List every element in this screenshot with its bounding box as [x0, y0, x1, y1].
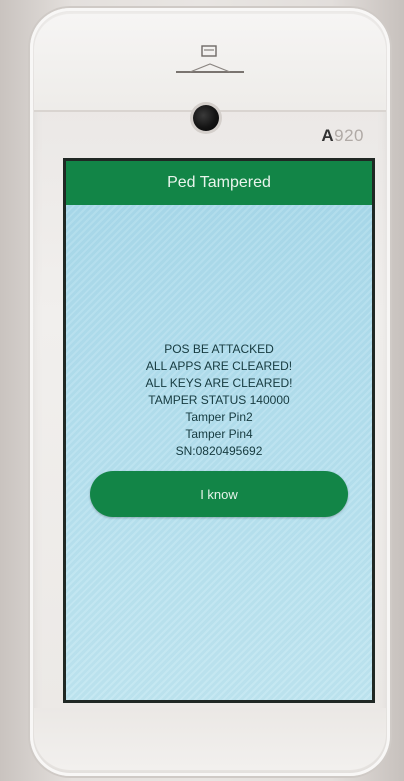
bottom-bezel [34, 708, 386, 770]
message-line: POS BE ATTACKED [164, 342, 274, 356]
message-line: ALL APPS ARE CLEARED! [145, 359, 293, 373]
i-know-button[interactable]: I know [90, 471, 348, 517]
model-label-prefix: A [321, 126, 335, 145]
model-label: A920 [321, 126, 364, 146]
photo-scene: A920 Ped Tampered POS BE ATTACKED ALL AP… [0, 0, 404, 781]
dialog-title-bar: Ped Tampered [66, 161, 372, 205]
message-line: SN:0820495692 [175, 444, 263, 458]
pos-terminal: A920 Ped Tampered POS BE ATTACKED ALL AP… [30, 8, 390, 776]
message-line: ALL KEYS ARE CLEARED! [145, 376, 293, 390]
camera-lens [193, 105, 219, 131]
dialog-title: Ped Tampered [167, 174, 271, 191]
printer-slot-icon [176, 45, 244, 73]
message-line: Tamper Pin4 [185, 427, 253, 441]
dialog-content: POS BE ATTACKED ALL APPS ARE CLEARED! AL… [66, 205, 372, 700]
tamper-message-block: POS BE ATTACKED ALL APPS ARE CLEARED! AL… [66, 341, 372, 460]
message-line: Tamper Pin2 [185, 410, 253, 424]
top-bezel [34, 14, 386, 112]
message-line: TAMPER STATUS 140000 [148, 393, 290, 407]
model-label-suffix: 920 [334, 126, 364, 145]
device-screen: Ped Tampered POS BE ATTACKED ALL APPS AR… [63, 158, 375, 703]
